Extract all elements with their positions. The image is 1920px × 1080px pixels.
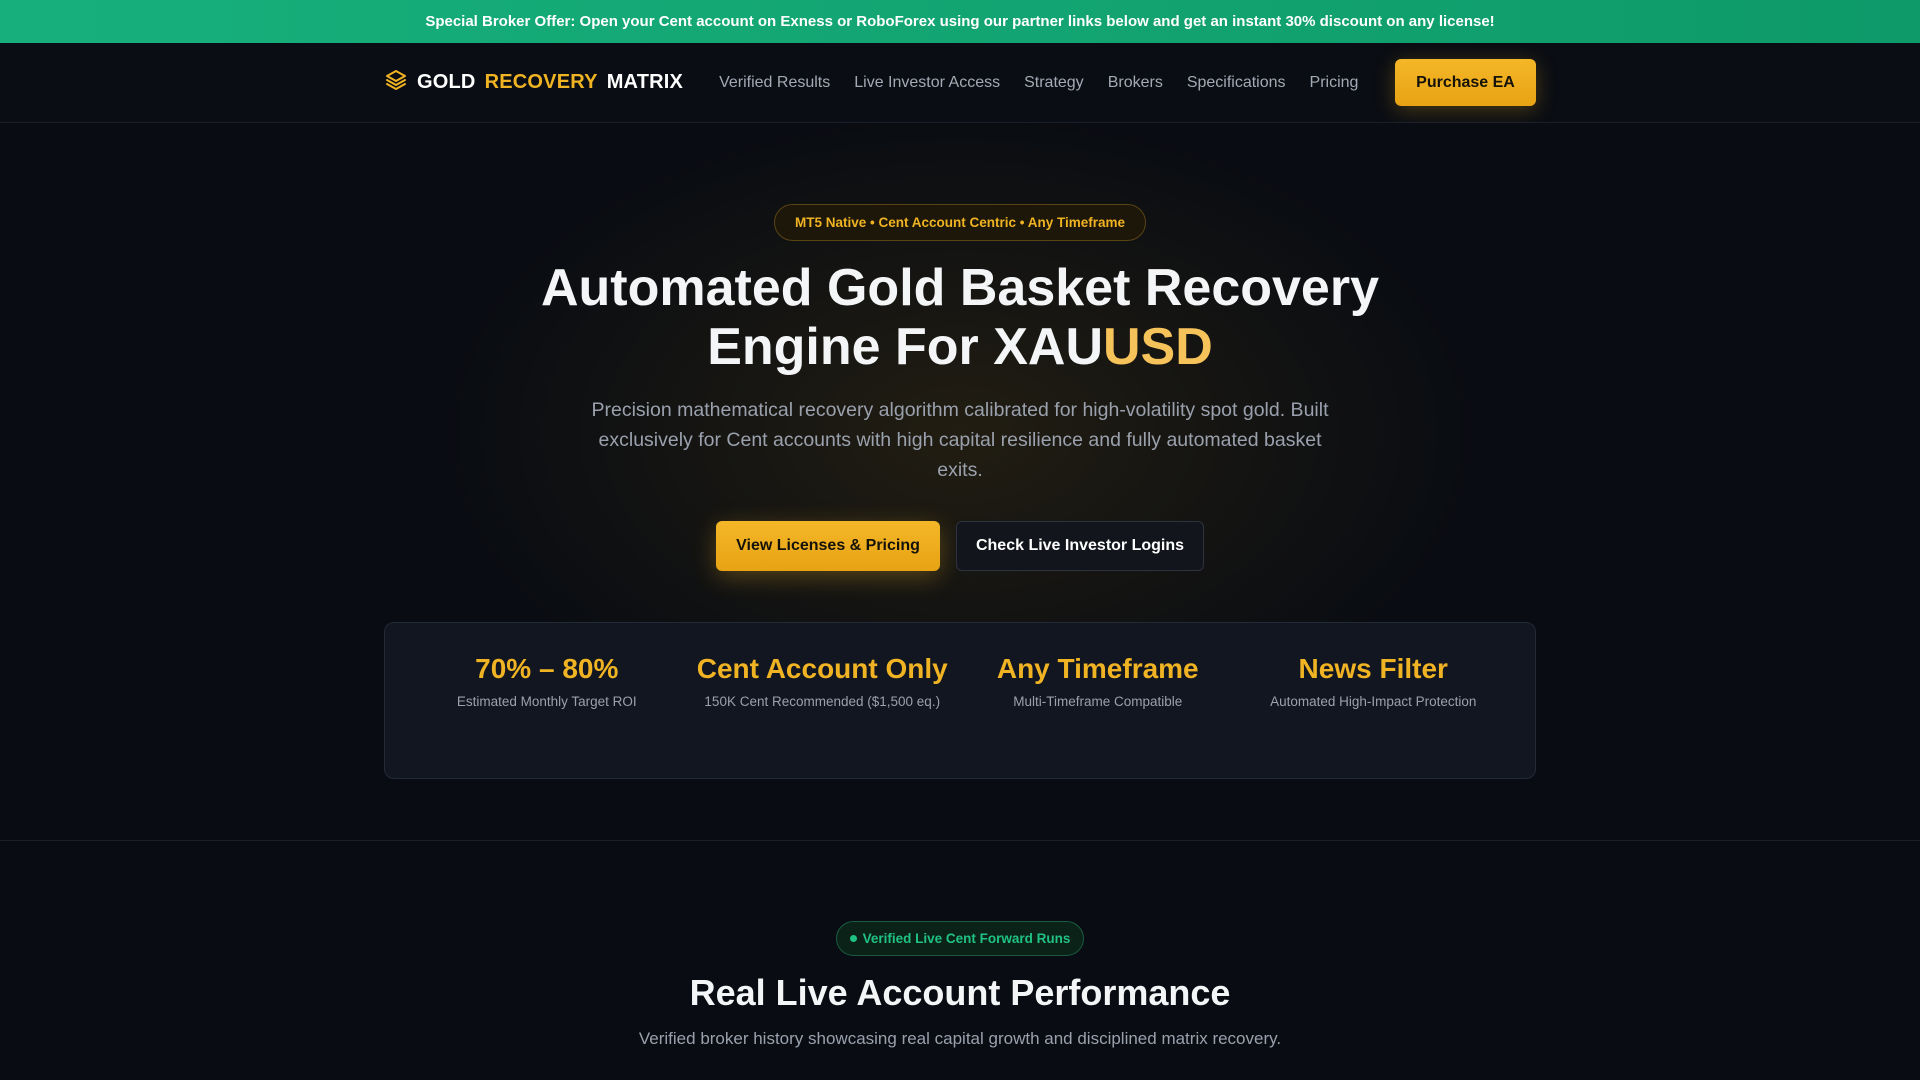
verified-live-pill: Verified Live Cent Forward Runs <box>836 921 1084 956</box>
live-performance-section: Verified Live Cent Forward Runs Real Liv… <box>0 841 1920 1080</box>
hero-title: Automated Gold Basket Recovery Engine Fo… <box>460 259 1460 377</box>
stat-value: Any Timeframe <box>996 653 1199 684</box>
hero-subtitle: Precision mathematical recovery algorith… <box>591 399 1329 481</box>
stat-timeframe: Any Timeframe Multi-Timeframe Compatible <box>960 623 1236 778</box>
nav-link-specifications[interactable]: Specifications <box>1187 74 1286 92</box>
stat-account: Cent Account Only 150K Cent Recommended … <box>685 623 961 778</box>
stat-value: Cent Account Only <box>696 653 948 684</box>
hero-title-accent: USD <box>1103 318 1213 376</box>
stats-card: 70% – 80% Estimated Monthly Target ROI C… <box>384 622 1536 779</box>
promo-banner: Special Broker Offer: Open your Cent acc… <box>0 0 1920 43</box>
nav-link-verified-results[interactable]: Verified Results <box>719 74 830 92</box>
logo-word-matrix: MATRIX <box>606 71 684 93</box>
stat-value: News Filter <box>1298 653 1448 684</box>
nav-link-pricing[interactable]: Pricing <box>1310 74 1359 92</box>
stat-label: Multi-Timeframe Compatible <box>1013 694 1183 709</box>
verified-live-pill-label: Verified Live Cent Forward Runs <box>862 931 1071 946</box>
logo-word-recovery: RECOVERY <box>484 71 598 93</box>
hero-feature-pill: MT5 Native • Cent Account Centric • Any … <box>774 204 1146 241</box>
promo-text: Special Broker Offer: Open your Cent acc… <box>425 13 1495 30</box>
stat-roi: 70% – 80% Estimated Monthly Target ROI <box>409 623 685 778</box>
live-section-title: Real Live Account Performance <box>689 972 1231 1013</box>
stat-label: Automated High-Impact Protection <box>1270 694 1477 709</box>
hero-section: MT5 Native • Cent Account Centric • Any … <box>0 123 1920 841</box>
hero-title-line2: Engine For XAU <box>707 318 1103 376</box>
layers-icon <box>384 68 408 98</box>
stat-value: 70% – 80% <box>475 653 619 684</box>
live-section-subtitle: Verified broker history showcasing real … <box>638 1029 1282 1048</box>
purchase-ea-button[interactable]: Purchase EA <box>1395 59 1536 106</box>
navbar-inner: GOLD RECOVERY MATRIX Verified Results Li… <box>384 59 1536 106</box>
check-investor-logins-button[interactable]: Check Live Investor Logins <box>956 521 1204 571</box>
stat-label: 150K Cent Recommended ($1,500 eq.) <box>704 694 941 709</box>
logo-word-gold: GOLD <box>417 71 476 93</box>
stat-news-filter: News Filter Automated High-Impact Protec… <box>1236 623 1512 778</box>
status-dot-icon <box>849 935 857 942</box>
hero-title-line1: Automated Gold Basket Recovery <box>540 259 1380 317</box>
nav-links: Verified Results Live Investor Access St… <box>719 74 1395 92</box>
view-licenses-button[interactable]: View Licenses & Pricing <box>716 521 940 571</box>
stat-label: Estimated Monthly Target ROI <box>456 694 637 709</box>
nav-link-strategy[interactable]: Strategy <box>1024 74 1084 92</box>
nav-link-brokers[interactable]: Brokers <box>1108 74 1163 92</box>
logo[interactable]: GOLD RECOVERY MATRIX <box>384 68 683 98</box>
navbar: GOLD RECOVERY MATRIX Verified Results Li… <box>0 43 1920 123</box>
nav-link-live-investor-access[interactable]: Live Investor Access <box>854 74 1000 92</box>
